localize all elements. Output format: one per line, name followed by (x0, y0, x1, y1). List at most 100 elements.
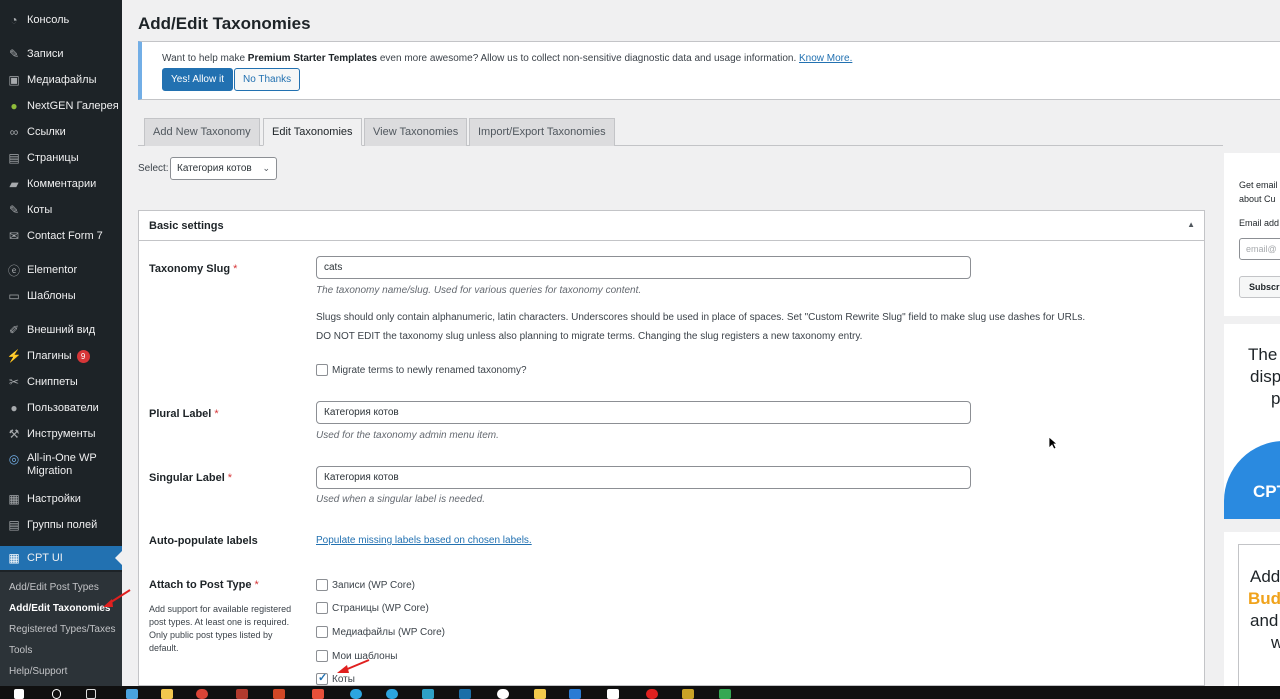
sidebar-item-field-groups[interactable]: ▤ Группы полей (0, 513, 122, 537)
submenu-tools[interactable]: Tools (9, 645, 32, 656)
sidebar-item-appearance[interactable]: ✐ Внешний вид (0, 318, 122, 342)
plugin-icon: ⚡ (6, 349, 22, 363)
annotation-arrow-checkbox (337, 659, 370, 673)
migrate-terms-checkbox[interactable] (316, 364, 328, 376)
populate-labels-link[interactable]: Populate missing labels based on chosen … (316, 535, 532, 546)
app-icon[interactable] (719, 689, 731, 699)
sidebar-item-pages[interactable]: ▤ Страницы (0, 146, 122, 170)
migrate-terms-checkbox-row[interactable]: Migrate terms to newly renamed taxonomy? (316, 364, 527, 376)
required-marker: * (233, 263, 238, 275)
search-icon[interactable] (52, 689, 61, 699)
sidebar-item-label: Страницы (27, 151, 79, 164)
opera-icon[interactable] (646, 689, 658, 699)
app-icon[interactable] (312, 689, 324, 699)
singular-label-text: Singular Label (149, 472, 225, 484)
taxonomy-select[interactable]: Категория котов ⌄ (170, 157, 277, 180)
post-type-option[interactable]: Записи (WP Core) (316, 579, 415, 591)
task-view-icon[interactable] (86, 689, 96, 699)
promo2-text-2: Bud (1248, 589, 1280, 608)
collapse-toggle-icon[interactable]: ▲ (1187, 220, 1195, 229)
post-type-option-label: Записи (WP Core) (332, 579, 416, 591)
post-type-checkbox[interactable] (316, 579, 328, 591)
submenu-add-edit-taxonomies[interactable]: Add/Edit Taxonomies (9, 603, 111, 614)
app-icon[interactable] (497, 689, 509, 699)
vscode-icon[interactable] (569, 689, 581, 699)
sidebar-item-templates[interactable]: ▭ Шаблоны (0, 284, 122, 308)
admin-notice: Want to help make Premium Starter Templa… (138, 41, 1280, 100)
plural-label-input[interactable]: Категория котов (316, 401, 971, 424)
newsletter-box: Get email about Cu Email add email@ Subs… (1224, 153, 1280, 316)
no-thanks-button[interactable]: No Thanks (234, 68, 301, 91)
app-icon[interactable] (682, 689, 694, 699)
pin-icon: ✎ (8, 203, 20, 217)
sidebar-item-snippets[interactable]: ✂ Сниппеты (0, 370, 122, 394)
post-type-checkbox[interactable] (316, 650, 328, 662)
app-icon[interactable] (607, 689, 619, 699)
post-type-option[interactable]: Медиафайлы (WP Core) (316, 626, 445, 638)
sidebar-item-comments[interactable]: ▰ Комментарии (0, 172, 122, 196)
app-icon[interactable] (126, 689, 138, 699)
sidebar-item-users[interactable]: ● Пользователи (0, 396, 122, 420)
submenu-help-support[interactable]: Help/Support (9, 666, 67, 677)
basic-settings-header[interactable]: Basic settings ▲ (139, 211, 1204, 241)
sidebar-item-dashboard[interactable]: ◔ Консоль (0, 8, 122, 32)
notice-text-bold: Premium Starter Templates (247, 53, 378, 64)
os-taskbar (0, 686, 1280, 699)
telegram-icon[interactable] (350, 689, 362, 699)
comments-icon: ▰ (9, 177, 19, 191)
app-icon[interactable] (386, 689, 398, 699)
sidebar-item-plugins[interactable]: ⚡ Плагины 9 (0, 344, 122, 368)
newsletter-email-input[interactable]: email@ (1239, 238, 1280, 260)
sidebar-item-label: Плагины (27, 349, 72, 362)
subscribe-button[interactable]: Subscr (1239, 276, 1280, 298)
chevron-down-icon: ⌄ (262, 163, 270, 173)
sidebar-item-cpt-ui[interactable]: ▦ CPT UI (0, 546, 122, 570)
post-type-checkbox[interactable] (316, 626, 328, 638)
sidebar-item-cats[interactable]: ✎ Коты (0, 198, 122, 222)
post-type-option[interactable]: Страницы (WP Core) (316, 602, 429, 614)
windows-start-icon[interactable] (14, 689, 24, 699)
sidebar-item-media[interactable]: ▣ Медиафайлы (0, 68, 122, 92)
media-icon: ▣ (8, 73, 20, 87)
sidebar-item-nextgen[interactable]: ● NextGEN Галерея (0, 94, 122, 118)
app-icon[interactable] (236, 689, 248, 699)
submenu-registered-types[interactable]: Registered Types/Taxes (9, 624, 116, 635)
post-type-checkbox-checked[interactable] (316, 671, 328, 685)
notice-text-after: even more awesome? Allow us to collect n… (377, 53, 799, 64)
app-icon[interactable] (273, 689, 285, 699)
admin-sidebar: ◔ Консоль ✎ Записи ▣ Медиафайлы ● NextGEN Га… (0, 0, 122, 686)
app-icon[interactable] (534, 689, 546, 699)
chrome-icon[interactable] (196, 689, 208, 699)
taxonomy-slug-note-2: DO NOT EDIT the taxonomy slug unless als… (316, 331, 863, 342)
submenu-add-edit-post-types[interactable]: Add/Edit Post Types (9, 582, 99, 593)
sidebar-item-tools[interactable]: ⚒ Инструменты (0, 422, 122, 446)
promo-text-1: The (1248, 345, 1278, 364)
sidebar-item-label: Комментарии (27, 177, 97, 190)
allow-button[interactable]: Yes! Allow it (162, 68, 233, 91)
sidebar-item-label: Консоль (27, 13, 70, 26)
right-sidebar: Get email about Cu Email add email@ Subs… (1224, 0, 1280, 686)
sidebar-item-settings[interactable]: ▦ Настройки (0, 487, 122, 511)
tab-view-taxonomies[interactable]: View Taxonomies (364, 118, 468, 146)
sidebar-item-label: Записи (27, 47, 64, 60)
sidebar-item-migration[interactable]: ◎ All-in-One WP Migration (0, 452, 120, 482)
singular-label-input[interactable]: Категория котов (316, 466, 971, 489)
sidebar-item-links[interactable]: ∞ Ссылки (0, 120, 122, 144)
promo2-text-1: Add (1250, 567, 1280, 586)
current-menu-arrow (115, 551, 122, 565)
folder-icon[interactable] (161, 689, 173, 699)
sidebar-item-posts[interactable]: ✎ Записи (0, 42, 122, 66)
app-icon[interactable] (459, 689, 471, 699)
tab-import-export-taxonomies[interactable]: Import/Export Taxonomies (469, 118, 615, 146)
post-type-checkbox[interactable] (316, 602, 328, 614)
app-icon[interactable] (422, 689, 434, 699)
dashboard-icon: ◔ (10, 13, 18, 27)
sidebar-item-elementor[interactable]: ⓔ Elementor (0, 258, 122, 282)
taxonomy-slug-input[interactable]: cats (316, 256, 971, 279)
know-more-link[interactable]: Know More. (799, 53, 852, 64)
sidebar-item-contact-form[interactable]: ✉ Contact Form 7 (0, 224, 122, 248)
tab-edit-taxonomies[interactable]: Edit Taxonomies (263, 118, 362, 146)
tab-add-new-taxonomy[interactable]: Add New Taxonomy (144, 118, 260, 146)
pin-icon: ✎ (8, 47, 20, 61)
mouse-cursor-icon (1048, 436, 1058, 450)
